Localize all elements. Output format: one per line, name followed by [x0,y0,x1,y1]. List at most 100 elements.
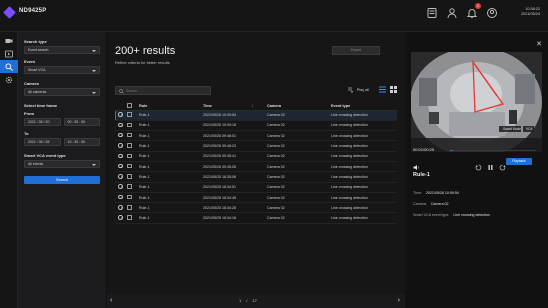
row-checkbox[interactable] [127,184,132,189]
play-icon[interactable] [118,194,123,200]
list-view-icon[interactable] [379,86,386,93]
row-select-cell[interactable] [127,202,139,214]
cell-time: 2021/05/26 10:09:18 [203,120,267,132]
sort-down-icon[interactable]: ↓ [252,103,254,108]
pause-icon[interactable] [487,158,494,176]
notification-bell-icon[interactable]: 1 [466,3,481,19]
row-play-cell[interactable] [115,161,127,173]
account-icon[interactable] [486,6,498,18]
table-row[interactable]: Rule-1 2021/05/25 18:34:45 Camera 02 Line c… [115,192,397,204]
row-play-cell[interactable] [115,140,127,152]
row-select-cell[interactable] [127,161,139,173]
row-select-cell[interactable] [127,120,139,132]
prev-page-icon[interactable]: ‹ [110,297,112,304]
row-play-cell[interactable] [115,182,127,193]
table-row[interactable]: Rule-1 2021/05/26 09:48:51 Camera 02 Line c… [115,130,397,142]
row-play-cell[interactable] [115,192,127,204]
search-button[interactable]: Search [24,176,100,184]
results-search-box[interactable] [115,86,211,95]
row-select-cell[interactable] [127,182,139,193]
to-date-field[interactable]: 2021 / 05 / 26 [24,138,61,146]
cell-time: 2021/05/26 09:48:51 [203,130,267,142]
storage-icon[interactable] [426,6,438,18]
play-all-label: Play all [356,88,369,92]
row-play-cell[interactable] [115,120,127,132]
header-camera[interactable]: Camera [267,102,331,111]
rail-item-settings[interactable] [0,73,18,86]
video-seek-bar[interactable] [450,150,536,151]
to-time-field[interactable]: 10 : 30 : 00 [63,138,100,146]
play-icon[interactable] [118,215,123,220]
row-play-cell[interactable] [115,130,127,142]
header-event-type[interactable]: Event type [331,102,397,111]
row-checkbox[interactable] [127,174,132,179]
row-select-cell[interactable] [127,212,139,224]
row-checkbox[interactable] [127,122,132,128]
camera-select[interactable]: All cameras [24,88,100,96]
rail-item-playback[interactable] [0,47,18,60]
play-icon[interactable] [118,184,123,189]
from-time-field[interactable]: 00 : 30 : 00 [63,118,100,126]
from-date-field[interactable]: 2021 / 05 / 20 [24,118,61,126]
play-icon[interactable] [118,112,123,117]
row-checkbox[interactable] [127,132,132,138]
rewind-icon[interactable] [475,158,482,176]
row-checkbox[interactable] [127,143,132,148]
row-play-cell[interactable] [115,151,127,162]
header-select-all[interactable] [127,102,139,111]
row-checkbox[interactable] [127,194,132,200]
results-search-input[interactable] [126,87,206,94]
row-select-cell[interactable] [127,140,139,152]
grid-view-icon[interactable] [390,86,397,93]
row-checkbox[interactable] [127,112,132,117]
row-play-cell[interactable] [115,171,127,183]
row-select-cell[interactable] [127,130,139,142]
play-icon[interactable] [118,205,123,210]
table-row[interactable]: Rule-1 2021/05/25 18:35:08 Camera 02 Line c… [115,171,397,183]
play-all-button[interactable]: Play all [347,87,369,93]
table-row[interactable]: Rule-1 2021/05/26 09:35:41 Camera 02 Line c… [115,151,397,162]
cell-camera: Camera 02 [267,110,331,121]
row-play-cell[interactable] [115,212,127,224]
cell-rule: Rule-1 [139,212,203,224]
row-play-cell[interactable] [115,202,127,214]
play-icon[interactable] [118,122,123,128]
table-row[interactable]: Rule-1 2021/05/26 09:35:26 Camera 02 Line c… [115,161,397,173]
table-row[interactable]: Rule-1 2021/05/25 18:34:28 Camera 02 Line c… [115,202,397,214]
table-row[interactable]: Rule-1 2021/05/26 10:09:18 Camera 02 Line c… [115,120,397,132]
row-select-cell[interactable] [127,192,139,204]
play-icon[interactable] [118,143,123,148]
select-all-checkbox[interactable] [127,103,132,108]
table-row[interactable]: Rule-1 2021/05/26 09:48:23 Camera 02 Line c… [115,140,397,152]
row-checkbox[interactable] [127,163,132,169]
video-player[interactable]: Saved Mode VCA [411,52,542,152]
row-checkbox[interactable] [127,205,132,210]
play-icon[interactable] [118,132,123,138]
table-row[interactable]: Rule-1 2021/05/26 10:09:54 Camera 02 Line c… [115,110,397,121]
play-icon[interactable] [118,153,123,159]
table-row[interactable]: Rule-1 2021/05/25 18:34:18 Camera 02 Line c… [115,212,397,224]
rail-item-live-view[interactable] [0,34,18,47]
row-select-cell[interactable] [127,110,139,121]
vca-type-select[interactable]: All events [24,160,100,168]
header-time[interactable]: Time ↓ [203,102,267,111]
row-select-cell[interactable] [127,151,139,162]
export-button[interactable]: Export [332,46,380,55]
search-type-select[interactable]: Event search [24,46,100,54]
row-checkbox[interactable] [127,215,132,220]
forward-icon[interactable] [499,158,506,176]
user-icon[interactable] [446,6,458,19]
play-icon[interactable] [118,163,123,169]
row-checkbox[interactable] [127,153,132,159]
close-icon[interactable]: ✕ [536,40,542,48]
play-icon[interactable] [118,174,123,179]
rail-item-search[interactable] [0,60,18,73]
event-select[interactable]: Smart VCA [24,66,100,74]
page-current[interactable]: 1 [239,298,241,303]
playback-button[interactable]: Playback [506,158,532,165]
row-select-cell[interactable] [127,171,139,183]
table-row[interactable]: Rule-1 2021/05/25 18:34:51 Camera 02 Line c… [115,182,397,193]
next-page-icon[interactable]: › [398,297,400,304]
header-rule[interactable]: Rule [139,102,203,111]
row-play-cell[interactable] [115,110,127,121]
